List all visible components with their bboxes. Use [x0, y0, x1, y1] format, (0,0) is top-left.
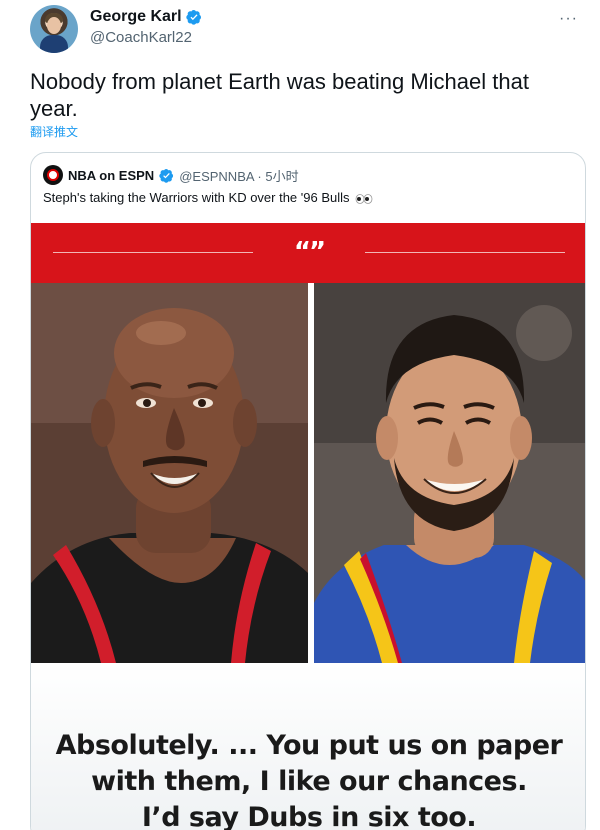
translate-tweet-link[interactable]: 翻译推文 [30, 123, 78, 140]
tweet: George Karl @CoachKarl22 ··· Nobody from… [0, 0, 600, 830]
caption-line: with them, I like our chances. [91, 766, 527, 797]
player-photos [31, 283, 585, 663]
quote-caption: Absolutely. ... You put us on paper with… [51, 728, 567, 830]
quoted-tweet-text-row: Steph's taking the Warriors with KD over… [43, 190, 373, 205]
caption-line: I’d say Dubs in six too. [141, 802, 477, 830]
verified-badge-icon [159, 168, 174, 183]
stephen-curry-photo [314, 283, 585, 663]
michael-jordan-photo [31, 283, 308, 663]
quoted-tweet-text: Steph's taking the Warriors with KD over… [43, 190, 350, 205]
quote-caption-area: Absolutely. ... You put us on paper with… [31, 663, 585, 830]
quote-banner: “” [31, 223, 585, 283]
caption-line: Absolutely. ... You put us on paper [55, 730, 563, 761]
banner-rule-right [365, 252, 565, 253]
espn-logo-icon [43, 165, 63, 185]
eyes-emoji-icon [355, 193, 373, 204]
author-display-name[interactable]: George Karl [90, 8, 182, 26]
banner-rule-left [53, 252, 253, 253]
quoted-tweet-media[interactable]: “” Absolutely. ... You put us on paper w… [31, 223, 585, 830]
quoted-tweet-card[interactable]: NBA on ESPN @ESPNNBA · 5小时 Steph's takin… [30, 152, 586, 830]
avatar-shirt [40, 35, 68, 53]
verified-badge-icon [185, 10, 201, 25]
more-icon[interactable]: ··· [559, 10, 578, 28]
quoted-tweet-header: NBA on ESPN @ESPNNBA · 5小时 [43, 165, 299, 185]
author-handle[interactable]: @CoachKarl22 [90, 29, 192, 46]
banner-quote-mark: “” [293, 237, 326, 267]
author-name-row[interactable]: George Karl [90, 8, 202, 26]
quoted-author-name[interactable]: NBA on ESPN [68, 168, 154, 183]
author-avatar[interactable] [30, 5, 78, 53]
avatar-face [47, 17, 61, 34]
quoted-handle-time: @ESPNNBA · 5小时 [179, 168, 299, 184]
tweet-text: Nobody from planet Earth was beating Mic… [30, 69, 529, 121]
